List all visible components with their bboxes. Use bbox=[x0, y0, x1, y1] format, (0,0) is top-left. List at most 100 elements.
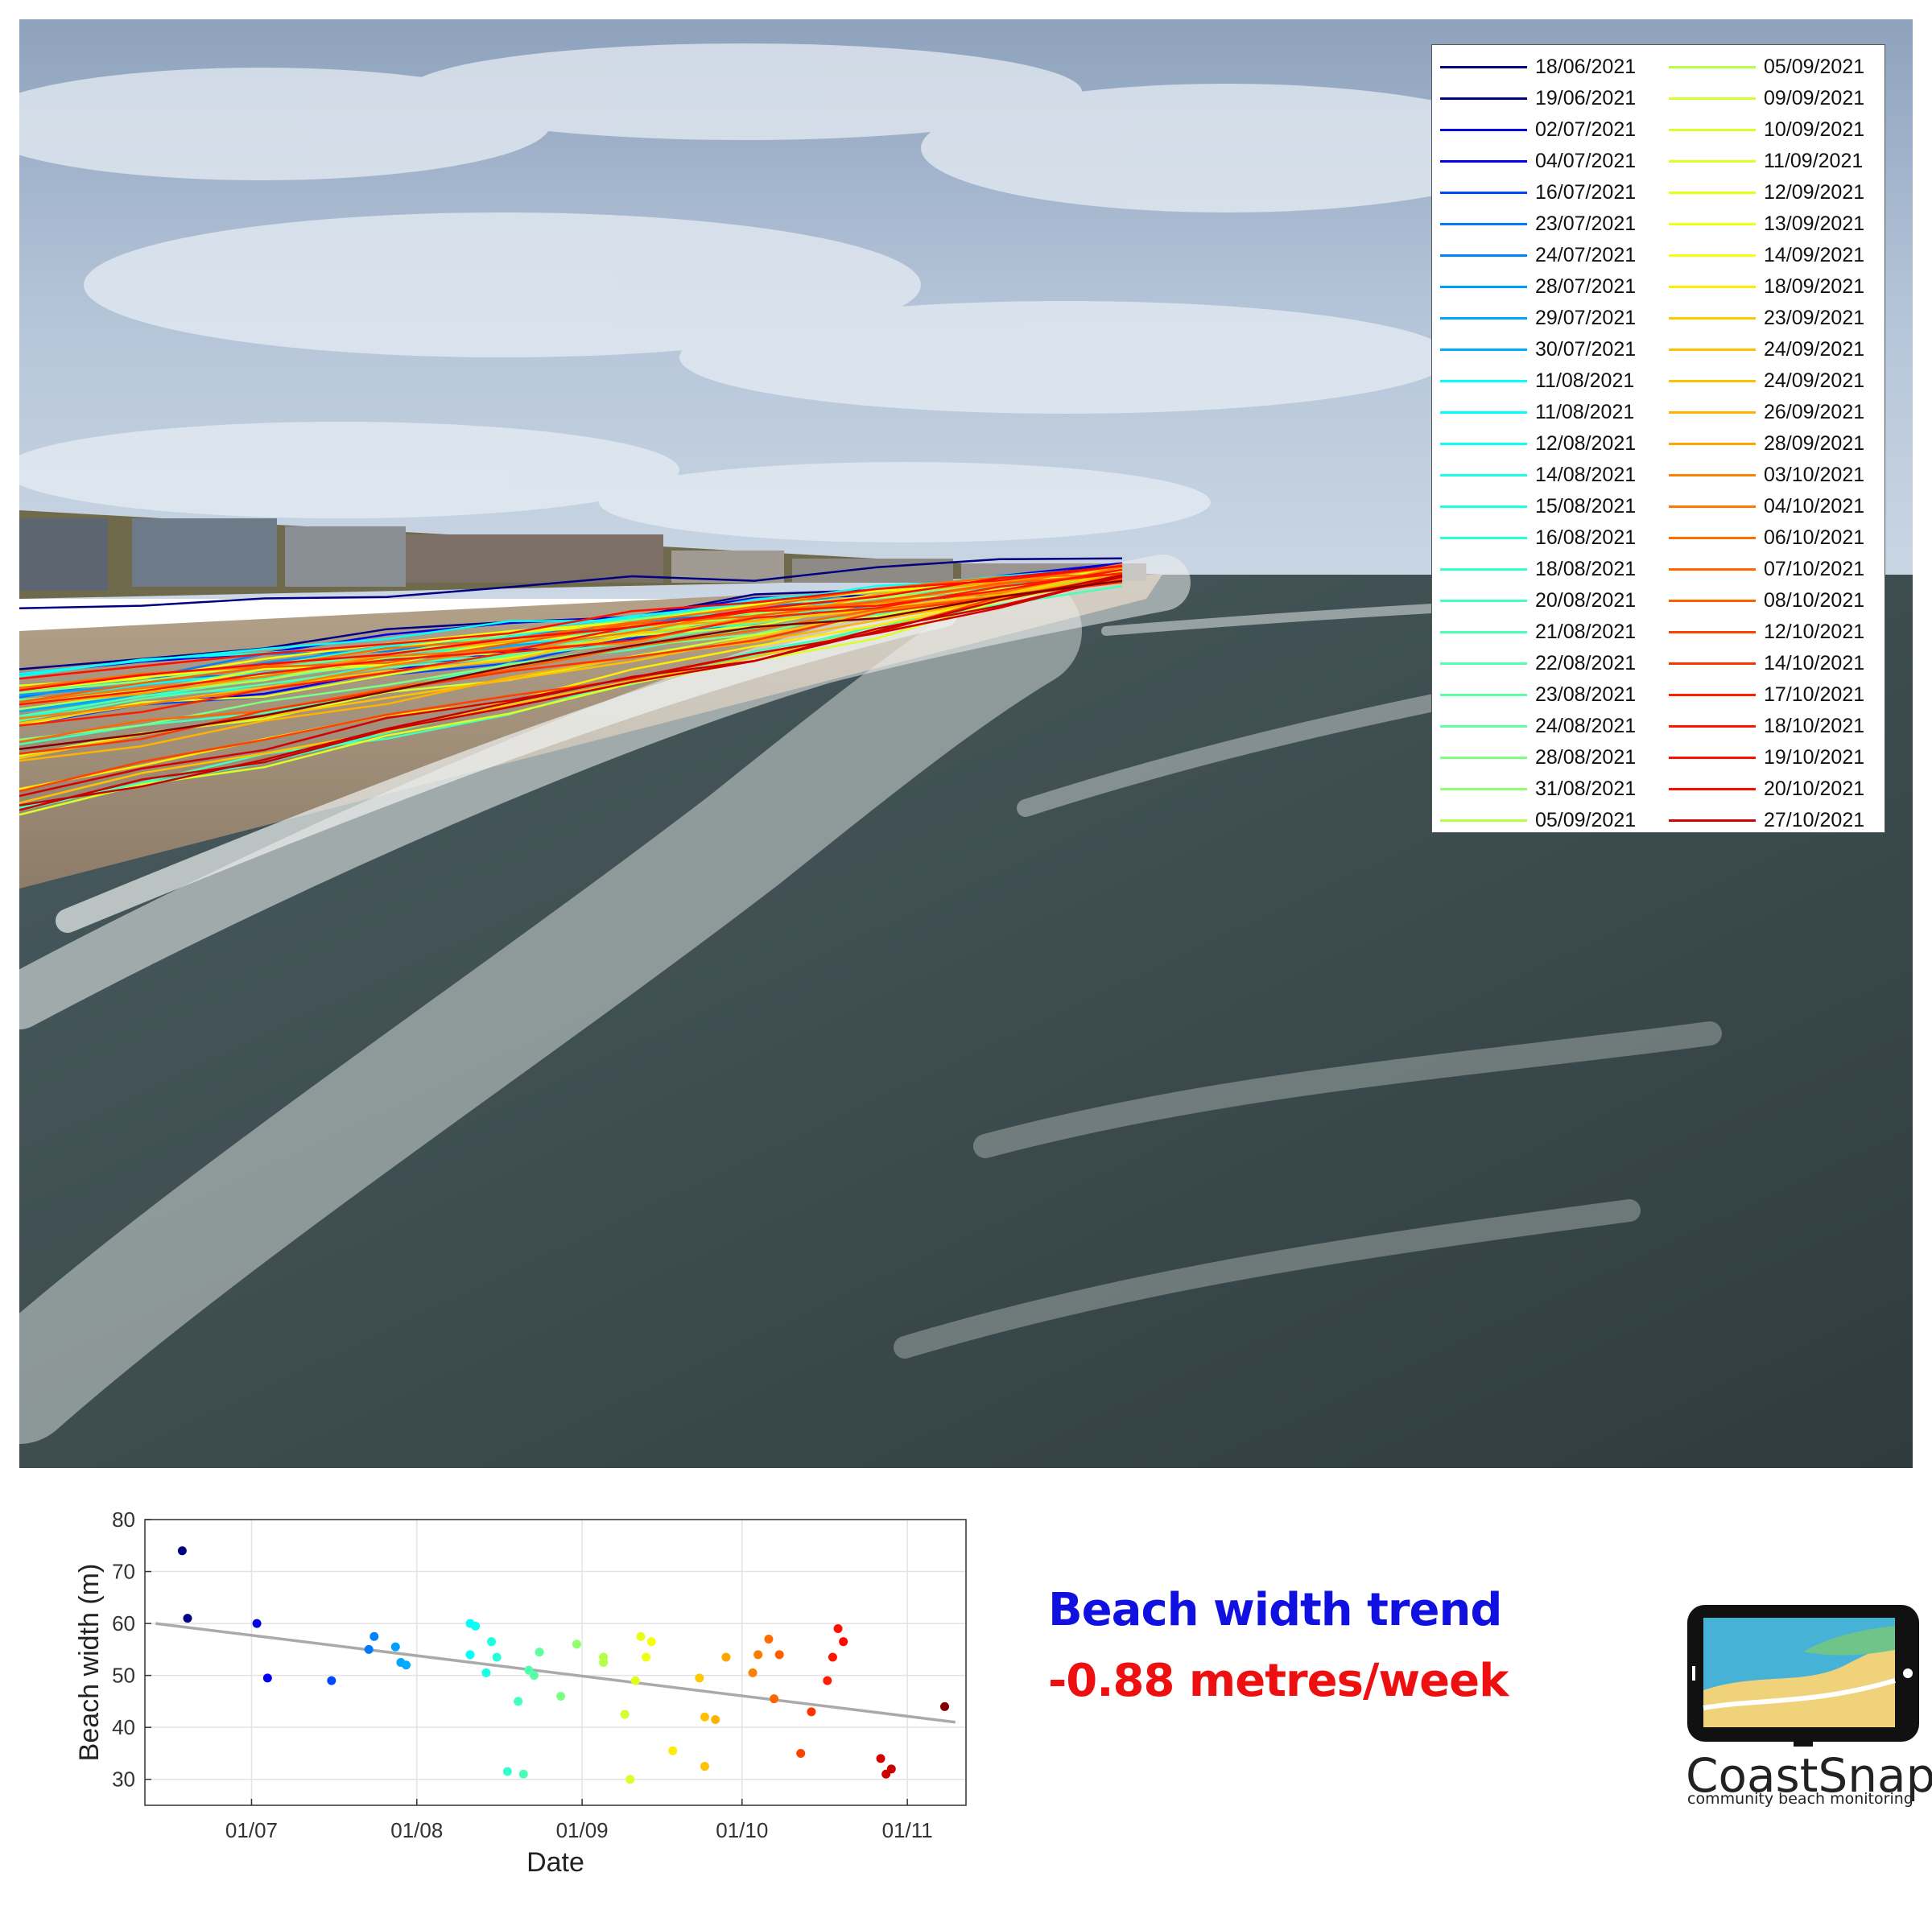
legend-label: 14/08/2021 bbox=[1535, 464, 1637, 486]
logo-tagline: community beach monitoring bbox=[1687, 1790, 1913, 1808]
legend-label: 12/08/2021 bbox=[1535, 432, 1637, 455]
legend-swatch bbox=[1440, 505, 1527, 508]
data-point bbox=[646, 1637, 656, 1647]
legend-label: 11/08/2021 bbox=[1535, 369, 1635, 392]
legend-swatch bbox=[1669, 600, 1756, 602]
legend-label: 06/10/2021 bbox=[1764, 526, 1865, 549]
legend-label: 24/07/2021 bbox=[1535, 244, 1637, 266]
legend-entry: 06/10/2021 bbox=[1669, 526, 1878, 550]
data-point bbox=[177, 1546, 187, 1556]
legend-entry: 10/09/2021 bbox=[1669, 118, 1878, 142]
y-axis-label: Beach width (m) bbox=[74, 1564, 105, 1762]
x-tick-label: 01/07 bbox=[225, 1818, 278, 1842]
legend-label: 24/09/2021 bbox=[1764, 338, 1865, 361]
legend-entry: 24/07/2021 bbox=[1440, 243, 1649, 267]
legend-swatch bbox=[1669, 192, 1756, 194]
legend-label: 08/10/2021 bbox=[1764, 589, 1865, 612]
legend-entry: 09/09/2021 bbox=[1669, 86, 1878, 110]
legend-label: 14/10/2021 bbox=[1764, 652, 1865, 674]
legend-entry: 19/10/2021 bbox=[1669, 745, 1878, 769]
legend-entry: 24/09/2021 bbox=[1669, 337, 1878, 361]
legend-entry: 04/07/2021 bbox=[1440, 149, 1649, 173]
data-point bbox=[502, 1767, 512, 1776]
legend-label: 19/06/2021 bbox=[1535, 87, 1637, 109]
data-point bbox=[518, 1769, 528, 1779]
data-point bbox=[833, 1624, 843, 1634]
legend-entry: 30/07/2021 bbox=[1440, 337, 1649, 361]
data-point bbox=[465, 1650, 475, 1660]
legend-label: 23/08/2021 bbox=[1535, 683, 1637, 706]
data-point bbox=[807, 1707, 816, 1717]
x-tick-label: 01/08 bbox=[390, 1818, 443, 1842]
legend-entry: 14/08/2021 bbox=[1440, 463, 1649, 487]
y-tick-label: 80 bbox=[112, 1507, 135, 1532]
data-point bbox=[402, 1660, 411, 1670]
legend-label: 07/10/2021 bbox=[1764, 558, 1865, 580]
legend-label: 24/09/2021 bbox=[1764, 369, 1865, 392]
legend-entry: 11/08/2021 bbox=[1440, 369, 1649, 393]
legend-label: 14/09/2021 bbox=[1764, 244, 1865, 266]
legend-swatch bbox=[1440, 537, 1527, 539]
legend-swatch bbox=[1440, 286, 1527, 288]
legend-label: 16/08/2021 bbox=[1535, 526, 1637, 549]
legend-swatch bbox=[1440, 223, 1527, 225]
data-point bbox=[492, 1652, 502, 1662]
data-point bbox=[700, 1712, 709, 1722]
legend-swatch bbox=[1440, 192, 1527, 194]
data-point bbox=[369, 1631, 379, 1641]
legend-swatch bbox=[1669, 66, 1756, 68]
legend-entry: 16/08/2021 bbox=[1440, 526, 1649, 550]
data-point bbox=[364, 1644, 374, 1654]
legend-label: 16/07/2021 bbox=[1535, 181, 1637, 204]
legend-label: 11/09/2021 bbox=[1764, 150, 1864, 172]
y-tick-label: 30 bbox=[112, 1767, 135, 1792]
legend-label: 15/08/2021 bbox=[1535, 495, 1637, 518]
trend-value: -0.88 metres/week bbox=[1048, 1655, 1509, 1707]
legend-entry: 23/09/2021 bbox=[1669, 306, 1878, 330]
legend-swatch bbox=[1669, 286, 1756, 288]
legend-swatch bbox=[1669, 254, 1756, 257]
data-point bbox=[514, 1697, 523, 1706]
legend-swatch bbox=[1669, 631, 1756, 633]
legend-label: 05/09/2021 bbox=[1535, 809, 1637, 831]
data-point bbox=[711, 1715, 720, 1724]
phone-logo-icon bbox=[1687, 1605, 1919, 1753]
legend-label: 18/06/2021 bbox=[1535, 56, 1637, 78]
legend-entry: 23/07/2021 bbox=[1440, 212, 1649, 236]
x-tick-label: 01/10 bbox=[716, 1818, 768, 1842]
y-tick-label: 40 bbox=[112, 1715, 135, 1739]
legend-swatch bbox=[1440, 317, 1527, 320]
legend-label: 02/07/2021 bbox=[1535, 118, 1637, 141]
legend-label: 04/10/2021 bbox=[1764, 495, 1865, 518]
legend-entry: 14/09/2021 bbox=[1669, 243, 1878, 267]
legend-entry: 05/09/2021 bbox=[1440, 808, 1649, 832]
legend-entry: 18/10/2021 bbox=[1669, 714, 1878, 738]
data-point bbox=[625, 1775, 635, 1784]
x-tick-label: 01/11 bbox=[882, 1818, 933, 1842]
data-point bbox=[764, 1634, 774, 1644]
legend-label: 12/09/2021 bbox=[1764, 181, 1865, 204]
legend-swatch bbox=[1440, 725, 1527, 728]
data-point bbox=[183, 1614, 192, 1623]
legend-label: 19/10/2021 bbox=[1764, 746, 1865, 769]
legend-entry: 02/07/2021 bbox=[1440, 118, 1649, 142]
legend-entry: 23/08/2021 bbox=[1440, 683, 1649, 707]
data-point bbox=[774, 1650, 784, 1660]
data-point bbox=[535, 1648, 544, 1657]
legend-swatch bbox=[1440, 474, 1527, 476]
data-point bbox=[748, 1668, 758, 1677]
legend-label: 29/07/2021 bbox=[1535, 307, 1637, 329]
legend-entry: 18/08/2021 bbox=[1440, 557, 1649, 581]
data-point bbox=[262, 1673, 272, 1683]
legend-swatch bbox=[1440, 129, 1527, 131]
legend-entry: 20/10/2021 bbox=[1669, 777, 1878, 801]
data-point bbox=[700, 1762, 709, 1771]
legend-entry: 12/08/2021 bbox=[1440, 431, 1649, 456]
legend-swatch bbox=[1440, 694, 1527, 696]
legend-swatch bbox=[1669, 317, 1756, 320]
legend-entry: 12/09/2021 bbox=[1669, 180, 1878, 204]
legend-swatch bbox=[1669, 725, 1756, 728]
legend-label: 27/10/2021 bbox=[1764, 809, 1865, 831]
data-point bbox=[599, 1658, 609, 1667]
legend-entry: 18/06/2021 bbox=[1440, 55, 1649, 79]
